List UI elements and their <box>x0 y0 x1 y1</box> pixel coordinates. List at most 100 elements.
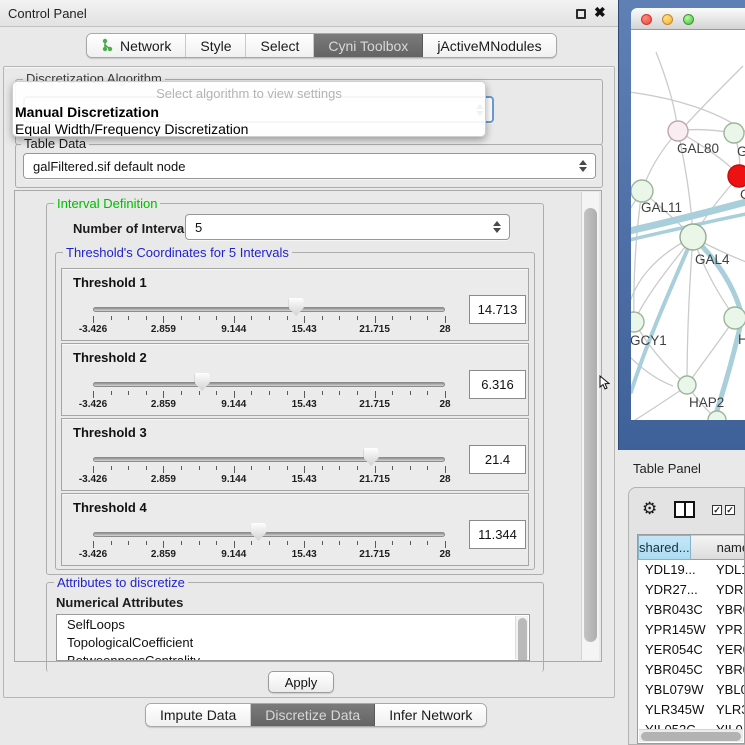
minimize-traffic-icon[interactable] <box>662 14 673 25</box>
tick-minor <box>216 466 217 470</box>
table-row[interactable]: YBL079WYBL0 <box>638 680 744 700</box>
float-window-icon[interactable] <box>576 9 586 19</box>
threshold-value-field[interactable]: 14.713 <box>469 295 526 324</box>
tab-infer-network[interactable]: Infer Network <box>375 704 486 726</box>
tick-minor <box>427 541 428 545</box>
tick-minor <box>111 316 112 320</box>
table-column-header[interactable]: name <box>691 535 745 560</box>
tick-label: -3.426 <box>79 324 107 335</box>
table-row[interactable]: YBR043CYBR0 <box>638 600 744 620</box>
tab-impute-data[interactable]: Impute Data <box>146 704 251 726</box>
horizontal-scrollbar[interactable] <box>639 729 743 742</box>
table-row[interactable]: YLR345WYLR3 <box>638 700 744 720</box>
slider-handle[interactable] <box>364 448 379 466</box>
network-node[interactable] <box>708 411 726 420</box>
tab-network[interactable]: Network <box>87 34 186 57</box>
table-row[interactable]: YBR045CYBR0 <box>638 660 744 680</box>
algorithm-dropdown-popup: Select algorithm to view settingsManual … <box>12 81 486 137</box>
table-row[interactable]: YDL19...YDL1 <box>638 560 744 580</box>
close-icon[interactable]: ✖ <box>594 4 606 21</box>
vertical-scrollbar[interactable] <box>581 192 599 660</box>
tick-major <box>93 466 94 473</box>
network-canvas[interactable]: GAL80GACGAL11GAL4GCY1HHAP2 <box>631 30 745 420</box>
slider-track[interactable] <box>93 307 445 312</box>
tab-label: Style <box>200 38 231 54</box>
network-node[interactable] <box>631 180 653 202</box>
apply-button[interactable]: Apply <box>268 671 334 693</box>
slider-track[interactable] <box>93 532 445 537</box>
numerical-attributes-list[interactable]: SelfLoopsTopologicalCoefficientBetweenne… <box>56 614 530 661</box>
tab-cyni-toolbox[interactable]: Cyni Toolbox <box>314 34 423 57</box>
tick-minor <box>339 316 340 320</box>
threshold-value-field[interactable]: 11.344 <box>469 520 526 549</box>
tick-minor <box>146 316 147 320</box>
threshold-value-field[interactable]: 6.316 <box>469 370 526 399</box>
threshold-panel: Threshold 1-3.4262.8599.14415.4321.71528… <box>61 268 529 341</box>
table-row[interactable]: YPR145WYPR1 <box>638 620 744 640</box>
tick-minor <box>216 391 217 395</box>
network-node-label: GAL4 <box>695 252 730 267</box>
checkbox-checked-icon[interactable]: ✓ <box>712 505 722 515</box>
attribute-list-item[interactable]: TopologicalCoefficient <box>57 633 529 651</box>
thresholds-group-label: Threshold's Coordinates for 5 Intervals <box>63 246 292 259</box>
network-node[interactable] <box>724 123 744 143</box>
network-node[interactable] <box>724 307 745 329</box>
table-row[interactable]: YER054C YER0 <box>638 640 744 660</box>
network-node[interactable] <box>668 121 688 141</box>
split-columns-icon[interactable] <box>674 501 695 518</box>
algorithm-option[interactable]: Equal Width/Frequency Discretization <box>15 121 248 137</box>
zoom-traffic-icon[interactable] <box>683 14 694 25</box>
threshold-value-field[interactable]: 21.4 <box>469 445 526 474</box>
tick-major <box>234 391 235 398</box>
list-scrollbar[interactable] <box>515 616 528 659</box>
network-node-label: H <box>738 332 745 347</box>
network-node-label: HAP2 <box>689 395 724 410</box>
checkbox-checked-icon[interactable]: ✓ <box>725 505 735 515</box>
number-of-intervals-combobox[interactable]: 5 <box>185 214 510 240</box>
slider-track[interactable] <box>93 457 445 462</box>
tick-label: 15.43 <box>292 324 317 335</box>
tick-minor <box>339 541 340 545</box>
network-node[interactable] <box>680 224 706 250</box>
gear-icon[interactable]: ⚙ <box>642 500 657 517</box>
tick-minor <box>410 466 411 470</box>
network-node[interactable] <box>631 312 644 332</box>
threshold-label: Threshold 2 <box>73 350 147 365</box>
tick-label: 21.715 <box>359 549 390 560</box>
tick-minor <box>199 466 200 470</box>
network-node[interactable] <box>678 376 696 394</box>
network-node[interactable] <box>728 165 745 187</box>
table-data-combobox[interactable]: galFiltered.sif default node <box>23 153 596 179</box>
table-row[interactable]: YDR27...YDR2 <box>638 580 744 600</box>
tab-discretize-data[interactable]: Discretize Data <box>251 704 375 726</box>
tick-minor <box>357 466 358 470</box>
slider-handle[interactable] <box>195 373 210 391</box>
tick-label: 2.859 <box>151 399 176 410</box>
scrollbar-thumb[interactable] <box>518 618 527 661</box>
tick-minor <box>216 541 217 545</box>
table-column-header[interactable]: shared... <box>638 535 691 560</box>
attribute-list-item[interactable]: BetweennessCentrality <box>57 651 529 661</box>
tick-minor <box>357 541 358 545</box>
tab-label: Select <box>260 38 299 54</box>
attribute-list-item[interactable]: SelfLoops <box>57 615 529 633</box>
slider-track[interactable] <box>93 382 445 387</box>
tick-label: 9.144 <box>221 399 246 410</box>
slider-handle[interactable] <box>289 298 304 316</box>
table-panel-title: Table Panel <box>633 461 701 476</box>
tick-minor <box>128 541 129 545</box>
table-cell: YER0 <box>716 642 745 657</box>
close-traffic-icon[interactable] <box>641 14 652 25</box>
scrollbar-thumb[interactable] <box>641 732 741 741</box>
tab-label: Discretize Data <box>265 707 360 723</box>
tab-style[interactable]: Style <box>186 34 246 57</box>
tick-minor <box>269 316 270 320</box>
algorithm-option[interactable]: Manual Discretization <box>15 104 159 120</box>
scrollbar-thumb[interactable] <box>584 208 597 642</box>
slider-handle[interactable] <box>251 523 266 541</box>
tab-select[interactable]: Select <box>246 34 314 57</box>
tick-minor <box>146 541 147 545</box>
tab-jactivemnodules[interactable]: jActiveMNodules <box>423 34 555 57</box>
tick-minor <box>181 391 182 395</box>
table-cell: YER054C <box>645 642 709 657</box>
